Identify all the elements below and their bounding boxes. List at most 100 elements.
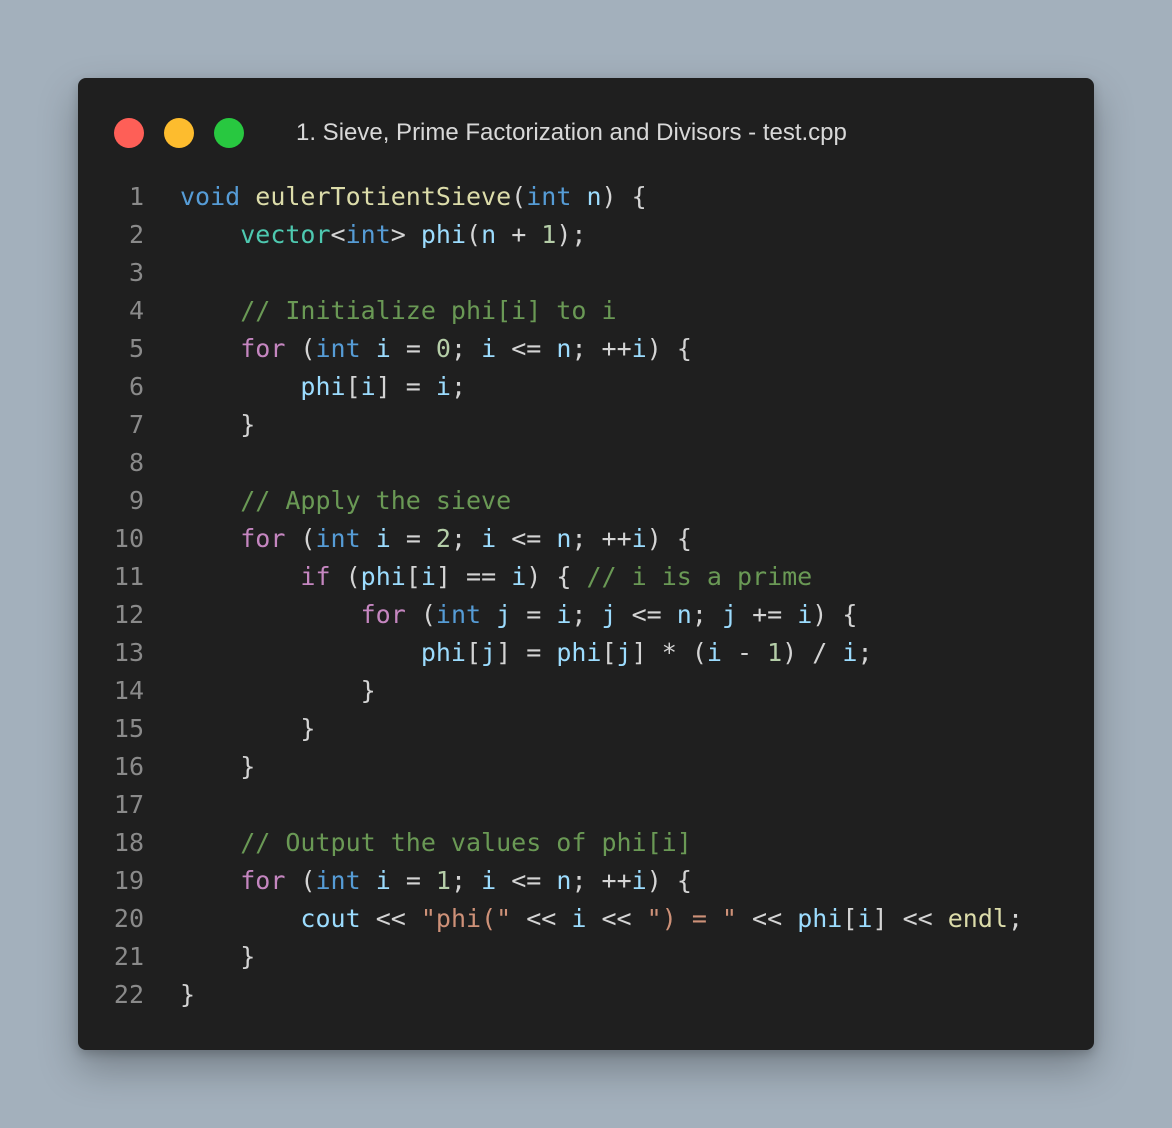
code-token: for [240, 866, 286, 895]
code-token: ( [466, 220, 482, 249]
code-token: eulerTotientSieve [255, 182, 512, 211]
code-token: i [375, 866, 391, 895]
code-line: 22} [78, 976, 1094, 1014]
code-token: 0 [435, 334, 451, 363]
code-token: ; [1007, 904, 1024, 933]
code-token: i [511, 562, 527, 591]
line-code: // Apply the sieve [180, 482, 511, 520]
line-number: 18 [113, 828, 144, 857]
line-number: 20 [113, 904, 144, 933]
code-token: } [180, 980, 196, 1009]
code-line: 7 } [78, 406, 1094, 444]
code-token: ( [285, 334, 316, 363]
code-token: } [180, 714, 316, 743]
code-token: } [180, 676, 376, 705]
code-line: 19 for (int i = 1; i <= n; ++i) { [78, 862, 1094, 900]
code-token: for [240, 334, 286, 363]
line-number: 2 [128, 220, 144, 249]
line-number: 8 [128, 448, 144, 477]
line-number: 15 [113, 714, 144, 743]
code-token: [ [601, 638, 617, 667]
code-token: > [390, 220, 421, 249]
code-token: void [180, 182, 241, 211]
line-number: 22 [113, 980, 144, 1009]
code-token: < [330, 220, 346, 249]
code-token: for [240, 524, 286, 553]
code-token: + [496, 220, 542, 249]
code-token: <= [496, 866, 557, 895]
code-token: for [360, 600, 406, 629]
code-token: ] == [435, 562, 512, 591]
code-token: = [390, 524, 436, 553]
code-token: = [390, 334, 436, 363]
line-number: 19 [113, 866, 144, 895]
line-number: 1 [128, 182, 144, 211]
line-number: 11 [113, 562, 144, 591]
code-line: 6 phi[i] = i; [78, 368, 1094, 406]
code-token: ] * ( [631, 638, 707, 667]
code-token: ; [571, 600, 602, 629]
code-line: 9 // Apply the sieve [78, 482, 1094, 520]
code-token: int [435, 600, 482, 629]
line-number: 10 [113, 524, 144, 553]
code-line: 8 [78, 444, 1094, 482]
code-token: 1 [767, 638, 783, 667]
code-token: 1 [435, 866, 451, 895]
code-token: n [556, 524, 572, 553]
close-window-button[interactable] [114, 118, 144, 148]
code-token: ; [450, 334, 482, 363]
code-token: ); [556, 220, 587, 249]
code-token: = [511, 600, 557, 629]
code-token: i [435, 372, 451, 401]
code-line: 18 // Output the values of phi[i] [78, 824, 1094, 862]
line-code: phi[i] = i; [180, 368, 466, 406]
code-token: ] = [496, 638, 557, 667]
line-code: } [180, 938, 255, 976]
code-token: i [375, 524, 391, 553]
code-token: - [721, 638, 768, 667]
maximize-window-button[interactable] [214, 118, 244, 148]
code-token: i [706, 638, 722, 667]
code-line: 12 for (int j = i; j <= n; j += i) { [78, 596, 1094, 634]
code-token: i [481, 524, 497, 553]
code-token: ( [330, 562, 361, 591]
line-number: 14 [113, 676, 144, 705]
code-token: = [390, 866, 436, 895]
line-number: 16 [113, 752, 144, 781]
code-token: phi [420, 638, 466, 667]
code-token: "phi(" [420, 904, 512, 933]
code-token: n [556, 866, 572, 895]
code-token: ] = [375, 372, 436, 401]
code-token: i [857, 904, 873, 933]
line-code: for (int i = 2; i <= n; ++i) { [180, 520, 692, 558]
minimize-window-button[interactable] [164, 118, 194, 148]
code-token: phi [797, 904, 843, 933]
code-line: 15 } [78, 710, 1094, 748]
line-code: cout << "phi(" << i << ") = " << phi[i] … [180, 900, 1023, 938]
code-token: i [481, 334, 497, 363]
code-token: ) { [646, 524, 692, 553]
code-token: phi [556, 638, 602, 667]
code-token: j [721, 600, 738, 629]
code-line: 2 vector<int> phi(n + 1); [78, 216, 1094, 254]
code-line: 10 for (int i = 2; i <= n; ++i) { [78, 520, 1094, 558]
code-token: cout [300, 904, 361, 933]
code-token: int [315, 334, 361, 363]
code-token: ] << [872, 904, 948, 933]
line-code: for (int j = i; j <= n; j += i) { [180, 596, 858, 634]
code-token: <= [496, 524, 557, 553]
code-editor[interactable]: 1 void eulerTotientSieve(int n) {2 vector… [78, 178, 1094, 1014]
code-line: 4 // Initialize phi[i] to i [78, 292, 1094, 330]
code-token: ) { [601, 182, 647, 211]
code-token: i [631, 334, 647, 363]
code-token: n [556, 334, 572, 363]
code-token: int [315, 866, 361, 895]
code-token: endl [947, 904, 1008, 933]
